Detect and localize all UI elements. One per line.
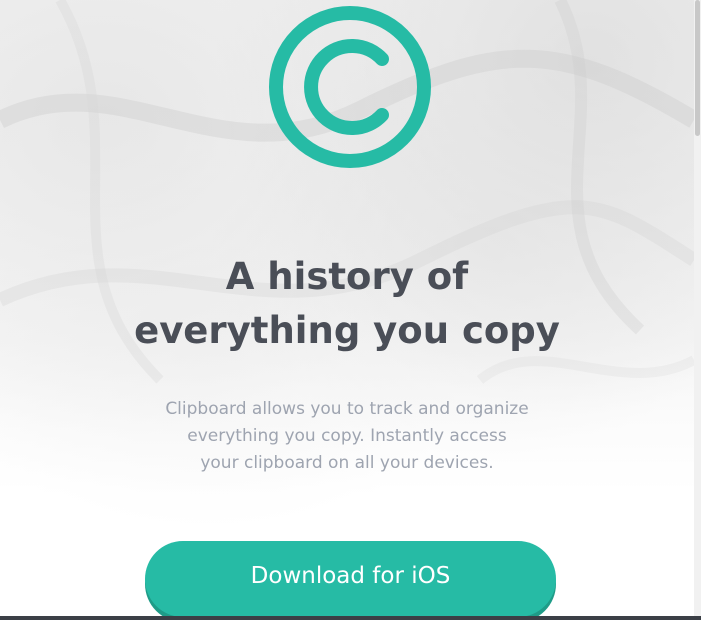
hero-section: A history of everything you copy Clipboa…	[0, 0, 694, 616]
description-line: Clipboard allows you to track and organi…	[165, 399, 529, 419]
description-line: everything you copy. Instantly access	[187, 426, 507, 446]
bottom-edge-bar	[0, 616, 701, 620]
page-title-line: everything you copy	[134, 309, 560, 352]
vertical-scrollbar[interactable]	[694, 0, 701, 620]
description-line: your clipboard on all your devices.	[200, 453, 494, 473]
hero-description: Clipboard allows you to track and organi…	[0, 396, 694, 477]
scrollbar-thumb[interactable]	[695, 0, 700, 136]
copyright-c-icon	[269, 6, 431, 168]
page-title: A history of everything you copy	[0, 250, 694, 358]
download-ios-button[interactable]: Download for iOS	[145, 541, 556, 616]
page-title-line: A history of	[225, 255, 469, 298]
